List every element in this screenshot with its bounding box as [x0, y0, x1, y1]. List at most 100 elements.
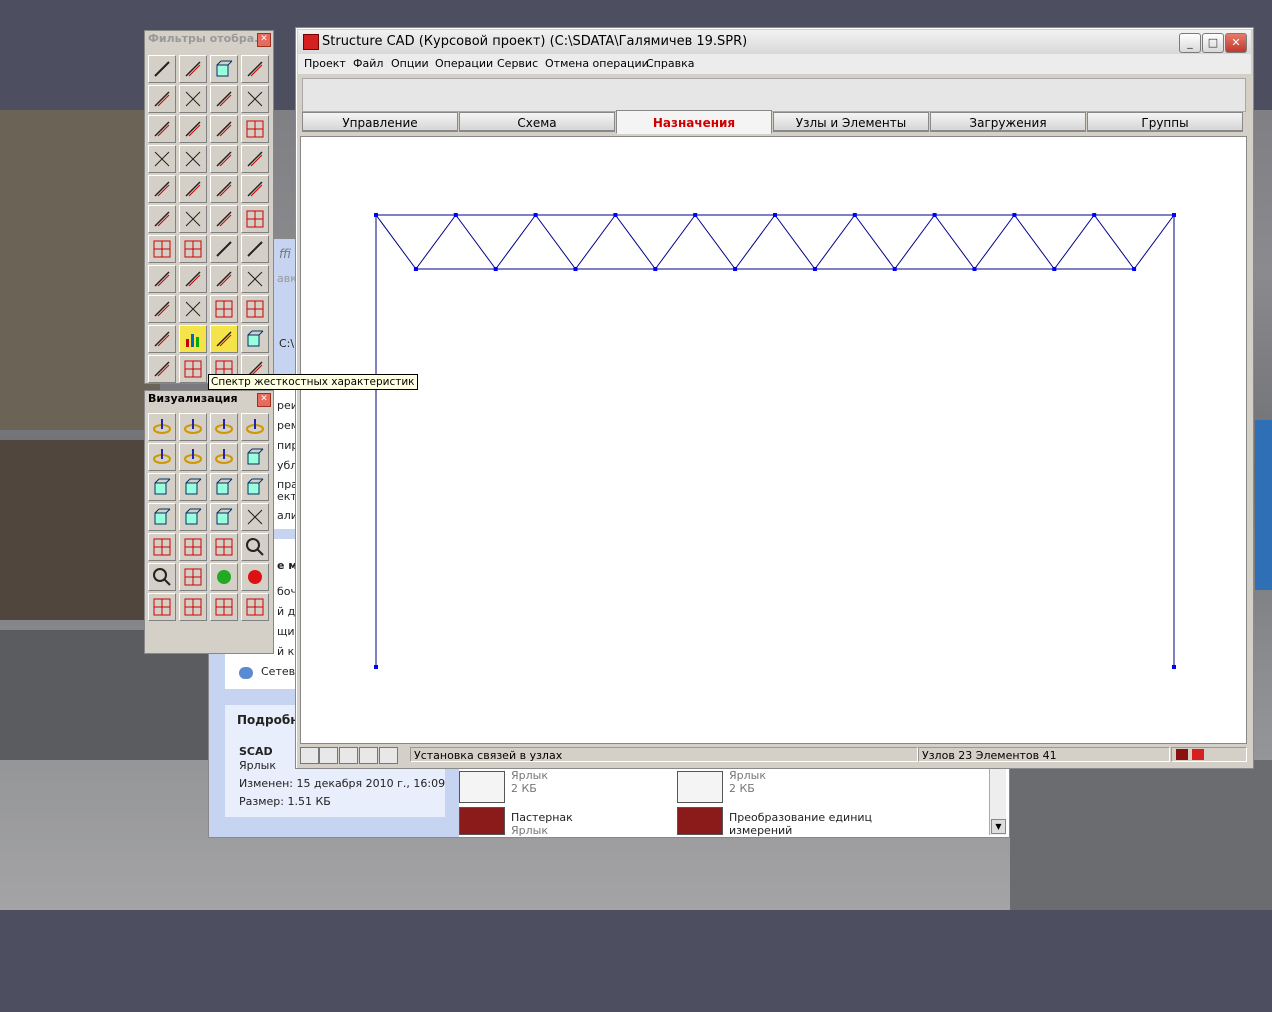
visualization-tool-button[interactable]: [210, 413, 238, 441]
menu-project[interactable]: Проект: [304, 57, 346, 70]
filter-tool-button[interactable]: [179, 235, 207, 263]
diagonal-element[interactable]: [415, 214, 457, 270]
diagonal-element[interactable]: [654, 214, 696, 270]
filter-tool-button[interactable]: [210, 205, 238, 233]
filter-tool-button[interactable]: [148, 295, 176, 323]
menu-service[interactable]: Сервис: [497, 57, 538, 70]
diagonal-element[interactable]: [934, 214, 975, 270]
filter-tool-button[interactable]: [148, 235, 176, 263]
frame-node[interactable]: [852, 213, 857, 217]
diagonal-element[interactable]: [535, 214, 576, 270]
diagonal-element[interactable]: [974, 214, 1015, 270]
menu-undo[interactable]: Отмена операции: [545, 57, 649, 70]
status-tool-icon[interactable]: [300, 747, 319, 764]
menu-options[interactable]: Опции: [391, 57, 429, 70]
visualization-tool-button[interactable]: [148, 413, 176, 441]
visualization-tool-button[interactable]: [148, 563, 176, 591]
filter-tool-button[interactable]: [148, 145, 176, 173]
maximize-button[interactable]: □: [1202, 33, 1224, 53]
diagonal-element[interactable]: [1093, 214, 1135, 270]
visualization-tool-button[interactable]: [210, 563, 238, 591]
menu-operations[interactable]: Операции: [435, 57, 493, 70]
filter-tool-button[interactable]: [179, 85, 207, 113]
filter-tool-button[interactable]: [210, 325, 238, 353]
visualization-tool-button[interactable]: [210, 473, 238, 501]
visualization-tool-button[interactable]: [148, 503, 176, 531]
frame-node[interactable]: [453, 213, 458, 217]
visualization-tool-button[interactable]: [179, 593, 207, 621]
diagonal-element[interactable]: [495, 214, 537, 270]
visualization-palette-title[interactable]: Визуализация: [145, 391, 273, 407]
frame-node[interactable]: [374, 213, 378, 217]
filter-tool-button[interactable]: [241, 235, 269, 263]
truss-frame[interactable]: [301, 137, 1246, 743]
frame-node[interactable]: [573, 267, 578, 271]
frame-node[interactable]: [1052, 267, 1057, 271]
filter-tool-button[interactable]: [210, 295, 238, 323]
frame-node[interactable]: [493, 267, 498, 271]
filter-tool-button[interactable]: [241, 175, 269, 203]
filter-tool-button[interactable]: [241, 55, 269, 83]
frame-node[interactable]: [892, 267, 897, 271]
filter-tool-button[interactable]: [241, 115, 269, 143]
filter-tool-button[interactable]: [179, 325, 207, 353]
visualization-tool-button[interactable]: [179, 443, 207, 471]
visualization-tool-button[interactable]: [148, 443, 176, 471]
filter-tool-button[interactable]: [210, 265, 238, 293]
filter-tool-button[interactable]: [148, 115, 176, 143]
diagonal-element[interactable]: [1053, 214, 1095, 270]
filter-tool-button[interactable]: [179, 55, 207, 83]
frame-node[interactable]: [1172, 213, 1176, 217]
visualization-tool-button[interactable]: [210, 443, 238, 471]
title-bar[interactable]: Structure CAD (Курсовой проект) (C:\SDAT…: [298, 30, 1251, 55]
visualization-tool-button[interactable]: [241, 443, 269, 471]
diagonal-element[interactable]: [854, 214, 896, 270]
frame-node[interactable]: [693, 213, 698, 217]
status-tool-icon[interactable]: [319, 747, 338, 764]
diagonal-element[interactable]: [814, 214, 856, 270]
visualization-tool-button[interactable]: [179, 473, 207, 501]
frame-node[interactable]: [1092, 213, 1097, 217]
visualization-tool-button[interactable]: [241, 593, 269, 621]
visualization-tool-button[interactable]: [210, 533, 238, 561]
visualization-tool-button[interactable]: [210, 593, 238, 621]
visualization-tool-button[interactable]: [179, 563, 207, 591]
explorer-scrollbar[interactable]: ▼: [989, 769, 1006, 835]
shortcut-file-icon[interactable]: [677, 771, 723, 803]
cube-view-icon[interactable]: [1192, 749, 1204, 760]
frame-node[interactable]: [1012, 213, 1017, 217]
filter-tool-button[interactable]: [148, 85, 176, 113]
filter-tool-button[interactable]: [210, 175, 238, 203]
visualization-tool-button[interactable]: [241, 563, 269, 591]
status-tool-icon[interactable]: [379, 747, 398, 764]
diagonal-element[interactable]: [614, 214, 656, 270]
filter-tool-button[interactable]: [210, 145, 238, 173]
visualization-tool-button[interactable]: [148, 473, 176, 501]
frame-node[interactable]: [533, 213, 538, 217]
filter-tool-button[interactable]: [210, 115, 238, 143]
filter-tool-button[interactable]: [179, 265, 207, 293]
diagonal-element[interactable]: [694, 214, 736, 270]
visualization-tool-button[interactable]: [179, 503, 207, 531]
diagonal-element[interactable]: [375, 214, 417, 270]
frame-node[interactable]: [972, 267, 977, 271]
filter-tool-button[interactable]: [241, 295, 269, 323]
visualization-tool-button[interactable]: [241, 503, 269, 531]
close-icon[interactable]: ✕: [257, 33, 271, 47]
frame-node[interactable]: [413, 267, 418, 271]
filter-tool-button[interactable]: [241, 85, 269, 113]
frame-node[interactable]: [812, 267, 817, 271]
filter-tool-button[interactable]: [148, 265, 176, 293]
visualization-tool-button[interactable]: [210, 503, 238, 531]
menu-file[interactable]: Файл: [353, 57, 383, 70]
diagonal-element[interactable]: [455, 214, 497, 270]
status-tool-icon[interactable]: [339, 747, 358, 764]
filter-tool-button[interactable]: [241, 325, 269, 353]
filter-tool-button[interactable]: [148, 55, 176, 83]
scroll-down-icon[interactable]: ▼: [991, 819, 1006, 834]
filter-tool-button[interactable]: [210, 235, 238, 263]
filter-tool-button[interactable]: [148, 325, 176, 353]
frame-node[interactable]: [653, 267, 658, 271]
frame-view-icon[interactable]: [1176, 749, 1188, 760]
filter-tool-button[interactable]: [148, 355, 176, 383]
